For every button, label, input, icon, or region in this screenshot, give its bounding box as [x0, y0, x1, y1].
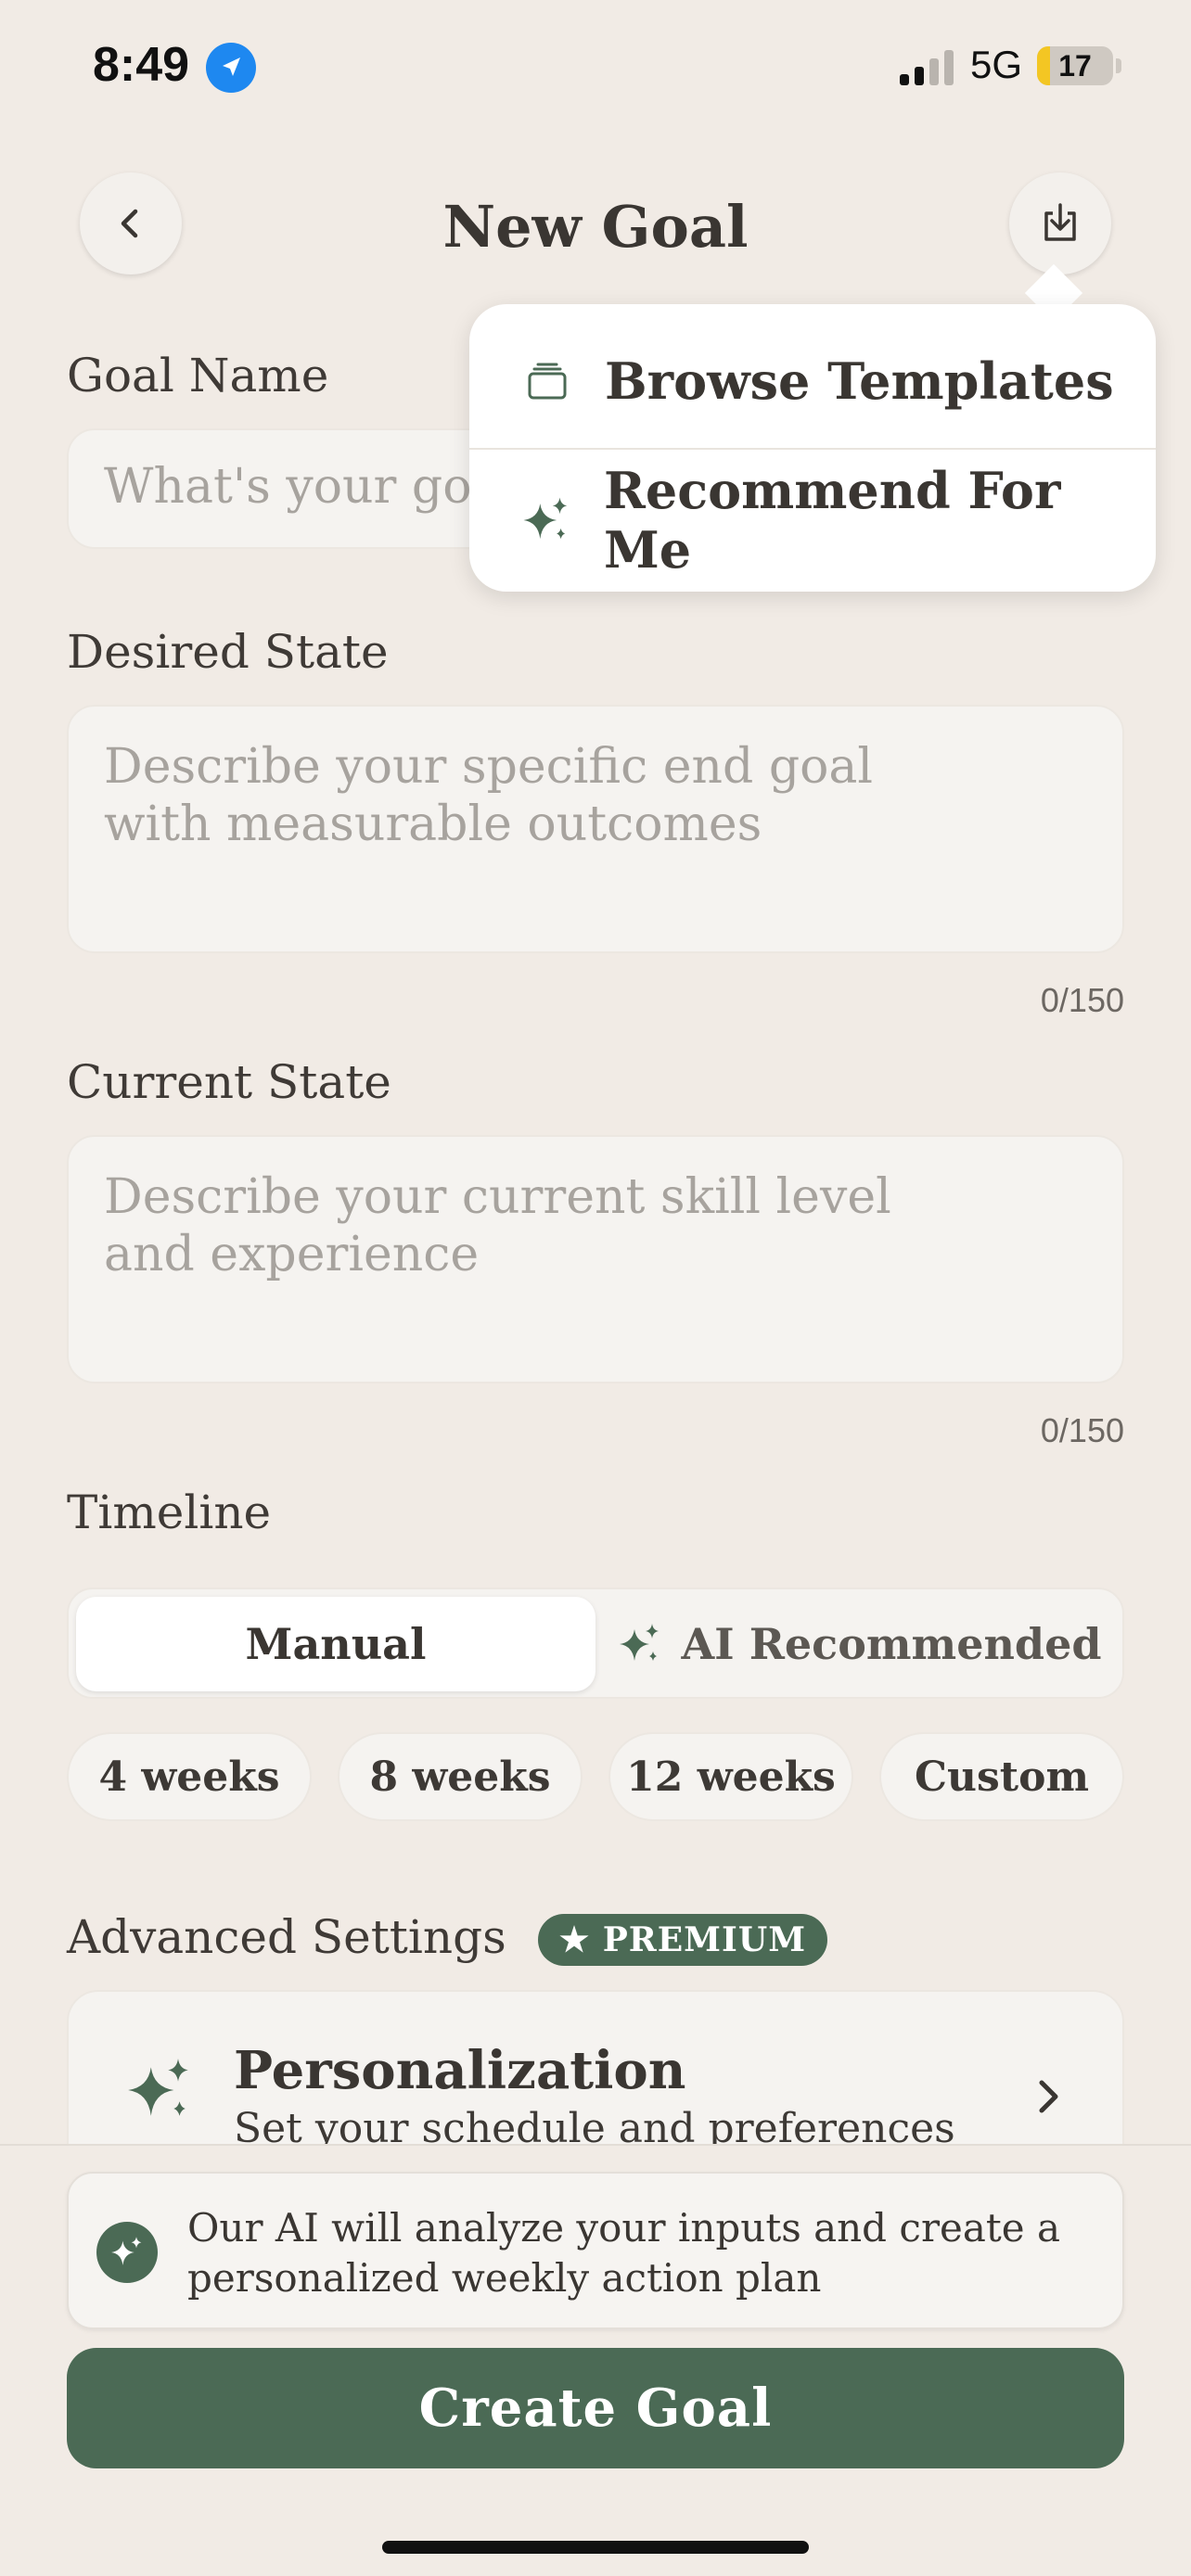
desired-state-placeholder: Describe your specific end goal with mea…	[104, 739, 874, 852]
sparkles-icon	[620, 1624, 660, 1661]
network-type: 5G	[970, 43, 1023, 86]
download-tray-icon	[1044, 203, 1076, 241]
chevron-right-icon	[1039, 2080, 1058, 2113]
personalization-title: Personalization	[234, 2040, 686, 2101]
battery-cap	[1116, 58, 1121, 73]
import-dropdown-menu: Browse Templates Recommend For Me	[469, 304, 1156, 592]
goal-name-label: Goal Name	[67, 349, 329, 402]
menu-item-browse-templates[interactable]: Browse Templates	[469, 312, 1156, 451]
timeline-option-8-weeks[interactable]: 8 weeks	[338, 1732, 583, 1821]
timeline-option-12-weeks[interactable]: 12 weeks	[608, 1732, 853, 1821]
timeline-option-4-weeks[interactable]: 4 weeks	[67, 1732, 312, 1821]
timeline-mode-manual[interactable]: Manual	[76, 1597, 596, 1691]
timeline-mode-ai[interactable]: AI Recommended	[599, 1597, 1119, 1691]
current-state-label: Current State	[67, 1055, 391, 1109]
timeline-label: Timeline	[67, 1486, 272, 1539]
battery-percent: 17	[1058, 49, 1092, 83]
desired-state-textarea[interactable]: Describe your specific end goal with mea…	[67, 705, 1124, 953]
location-arrow-icon	[206, 43, 256, 93]
timeline-option-custom[interactable]: Custom	[879, 1732, 1124, 1821]
sparkles-icon	[128, 2059, 188, 2116]
menu-item-label: Browse Templates	[605, 351, 1114, 411]
import-button[interactable]	[1009, 172, 1111, 274]
menu-item-label: Recommend For Me	[603, 461, 1061, 580]
sparkles-icon	[96, 2222, 158, 2283]
ai-info-text: Our AI will analyze your inputs and crea…	[187, 2205, 1061, 2301]
timeline-mode-toggle: Manual AI Recommended	[67, 1588, 1124, 1699]
home-indicator	[382, 2541, 809, 2554]
bottom-action-bar: Our AI will analyze your inputs and crea…	[0, 2144, 1191, 2576]
timeline-option-label: 4 weeks	[98, 1753, 280, 1801]
ai-info-box: Our AI will analyze your inputs and crea…	[67, 2172, 1124, 2329]
create-goal-button[interactable]: Create Goal	[67, 2348, 1124, 2468]
timeline-mode-manual-label: Manual	[245, 1619, 427, 1669]
menu-item-recommend-for-me[interactable]: Recommend For Me	[469, 451, 1156, 590]
current-state-textarea[interactable]: Describe your current skill level and ex…	[67, 1135, 1124, 1384]
battery-icon: 17	[1037, 46, 1113, 85]
desired-state-label: Desired State	[67, 625, 389, 679]
advanced-settings-label: Advanced Settings	[67, 1910, 506, 1964]
current-state-placeholder: Describe your current skill level and ex…	[104, 1169, 891, 1282]
timeline-option-label: 12 weeks	[626, 1753, 836, 1801]
premium-badge: ★ PREMIUM	[538, 1914, 827, 1966]
status-bar: 8:49 5G 17	[0, 0, 1191, 139]
status-time: 8:49	[93, 38, 190, 92]
cellular-signal-icon	[900, 48, 959, 85]
stack-icon	[519, 359, 575, 403]
desired-state-counter: 0/150	[1040, 981, 1124, 1019]
sparkles-icon	[519, 493, 574, 547]
timeline-option-label: 8 weeks	[369, 1753, 551, 1801]
timeline-mode-ai-label: AI Recommended	[681, 1619, 1102, 1669]
timeline-option-label: Custom	[914, 1753, 1089, 1801]
current-state-counter: 0/150	[1040, 1411, 1124, 1449]
menu-divider	[469, 448, 1156, 450]
